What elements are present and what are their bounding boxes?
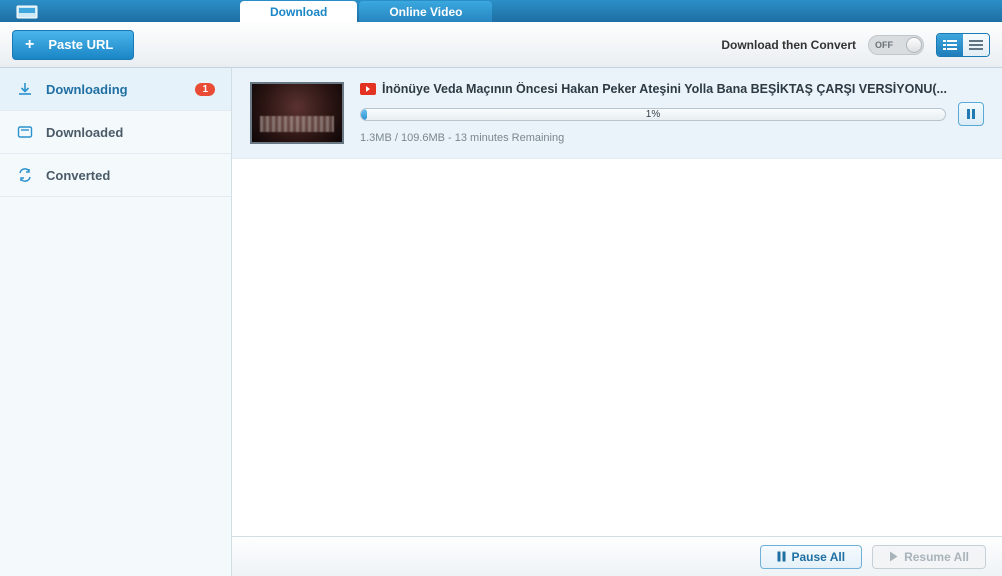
download-icon — [16, 80, 34, 98]
download-item: İnönüye Veda Maçının Öncesi Hakan Peker … — [232, 68, 1002, 159]
pause-all-label: Pause All — [792, 550, 846, 564]
pause-all-button[interactable]: Pause All — [760, 545, 863, 569]
youtube-icon — [360, 83, 376, 95]
sidebar-item-downloaded[interactable]: Downloaded — [0, 111, 231, 154]
download-progress-text: 1% — [361, 109, 945, 120]
sidebar-item-downloading[interactable]: Downloading 1 — [0, 68, 231, 111]
main-panel: İnönüye Veda Maçının Öncesi Hakan Peker … — [232, 68, 1002, 576]
download-list: İnönüye Veda Maçının Öncesi Hakan Peker … — [232, 68, 1002, 536]
main-tabs: Download Online Video — [240, 0, 494, 22]
download-item-status: 1.3MB / 109.6MB - 13 minutes Remaining — [360, 132, 984, 144]
view-list-button[interactable] — [937, 34, 963, 56]
view-mode-group — [936, 33, 990, 57]
app-logo — [0, 0, 60, 22]
download-item-title-row: İnönüye Veda Maçının Öncesi Hakan Peker … — [360, 82, 984, 96]
download-then-convert-label: Download then Convert — [721, 38, 856, 52]
sidebar-item-label: Converted — [46, 168, 110, 183]
paste-url-button[interactable]: + Paste URL — [12, 30, 134, 60]
folder-icon — [16, 123, 34, 141]
paste-url-label: Paste URL — [48, 37, 113, 52]
play-icon — [889, 551, 898, 562]
resume-all-label: Resume All — [904, 550, 969, 564]
footer-bar: Pause All Resume All — [232, 536, 1002, 576]
pause-icon — [777, 551, 786, 562]
toggle-state-label: OFF — [875, 40, 893, 50]
plus-icon: + — [25, 36, 34, 54]
sidebar-item-label: Downloaded — [46, 125, 123, 140]
top-bar: Download Online Video — [0, 0, 1002, 22]
download-then-convert-toggle[interactable]: OFF — [868, 35, 924, 55]
convert-icon — [16, 166, 34, 184]
downloading-count-badge: 1 — [195, 83, 215, 96]
tab-download[interactable]: Download — [240, 1, 357, 22]
video-thumbnail — [250, 82, 344, 144]
download-progress-bar: 1% — [360, 108, 946, 121]
toggle-knob — [906, 37, 922, 53]
download-item-title: İnönüye Veda Maçının Öncesi Hakan Peker … — [382, 82, 947, 96]
tab-online-video[interactable]: Online Video — [359, 1, 492, 22]
pause-item-button[interactable] — [958, 102, 984, 126]
sidebar: Downloading 1 Downloaded Converted — [0, 68, 232, 576]
resume-all-button[interactable]: Resume All — [872, 545, 986, 569]
view-compact-button[interactable] — [963, 34, 989, 56]
sidebar-item-label: Downloading — [46, 82, 128, 97]
toolbar: + Paste URL Download then Convert OFF — [0, 22, 1002, 68]
sidebar-item-converted[interactable]: Converted — [0, 154, 231, 197]
